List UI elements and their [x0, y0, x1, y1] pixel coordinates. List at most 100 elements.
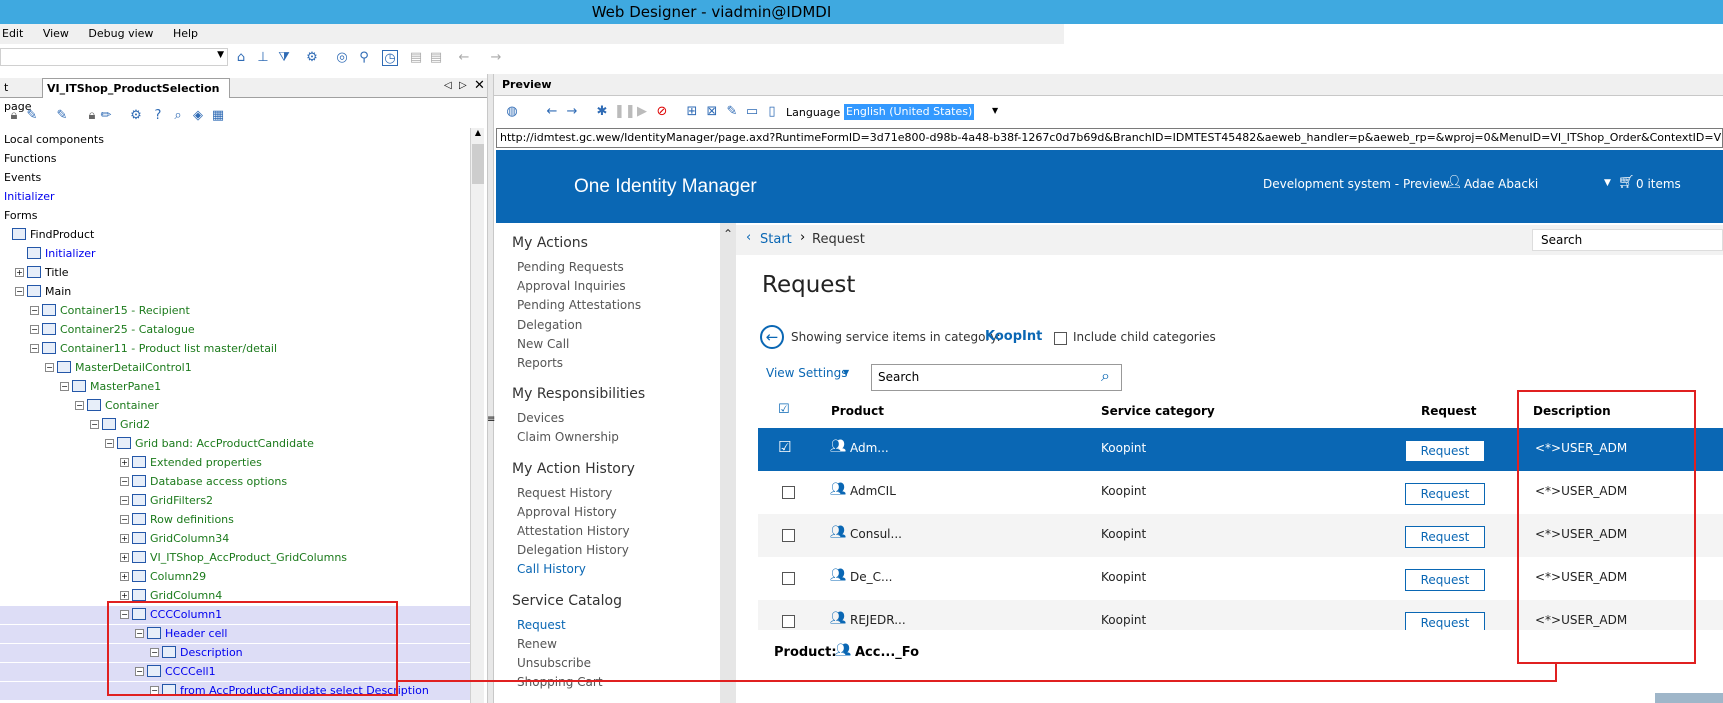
tree-expander-icon[interactable]: +	[120, 458, 129, 467]
nav-item[interactable]: Unsubscribe	[517, 656, 591, 670]
network-icon[interactable]: ⚲	[356, 50, 372, 66]
scroll-up-icon[interactable]: ▲	[472, 128, 484, 140]
back-circle-icon[interactable]: ←	[760, 325, 784, 349]
chevron-down-icon[interactable]: ▼	[843, 368, 849, 377]
tree-expander-icon[interactable]: −	[30, 344, 39, 353]
tree-node[interactable]: Title	[27, 264, 69, 282]
tree-node[interactable]: VI_ITShop_AccProduct_GridColumns	[132, 549, 347, 567]
nav-item[interactable]: Approval History	[517, 505, 617, 519]
nav-item[interactable]: Request History	[517, 486, 612, 500]
tree-scrollbar[interactable]: ▲	[470, 128, 484, 703]
select-icon[interactable]: ⊞	[684, 104, 700, 120]
tree-node[interactable]: Functions	[4, 150, 57, 168]
search-icon[interactable]: ⌕	[1101, 366, 1110, 386]
tree-expander-icon[interactable]: +	[120, 591, 129, 600]
pencil-icon[interactable]: ✏	[98, 108, 114, 124]
globe-icon[interactable]: ◎	[334, 50, 350, 66]
monitor-icon[interactable]: ▭	[744, 104, 760, 120]
toolbar-combobox[interactable]: ▼	[0, 48, 228, 66]
tree-node[interactable]: MasterDetailControl1	[57, 359, 192, 377]
column-service-category[interactable]: Service category	[1101, 404, 1215, 418]
tree-expander-icon[interactable]: −	[15, 287, 24, 296]
row-checkbox[interactable]	[782, 615, 795, 628]
request-button[interactable]: Request	[1405, 440, 1485, 462]
cart-count[interactable]: 0 items	[1636, 177, 1681, 191]
tree-node[interactable]: Container	[87, 397, 159, 415]
request-button[interactable]: Request	[1405, 569, 1485, 591]
filter-icon[interactable]: ⧩	[276, 50, 292, 66]
mobile-icon[interactable]: ▯	[764, 104, 780, 120]
help-icon[interactable]: ?	[150, 108, 166, 124]
tab-scroll-right-icon[interactable]: ▷	[459, 80, 467, 91]
remove-icon[interactable]: ⊠	[704, 104, 720, 120]
nav-item[interactable]: New Call	[517, 337, 569, 351]
save-icon[interactable]: ▤	[408, 50, 424, 66]
search-input[interactable]: Search	[871, 364, 1122, 391]
nav-item[interactable]: Delegation	[517, 318, 582, 332]
nav-item[interactable]: Pending Attestations	[517, 298, 641, 312]
tree-node[interactable]: Grid band: AccProductCandidate	[117, 435, 314, 453]
nav-item[interactable]: Reports	[517, 356, 563, 370]
tree-node[interactable]: Main	[27, 283, 71, 301]
play-icon[interactable]: ▶	[634, 104, 650, 120]
request-button[interactable]: Request	[1405, 483, 1485, 505]
chevron-down-icon[interactable]: ▼	[992, 106, 998, 115]
nav-item[interactable]: Call History	[517, 562, 586, 576]
lock-icon[interactable]: 🔒︎	[6, 108, 22, 124]
nav-scrollbar[interactable]: ⌃	[720, 223, 736, 703]
tree-node[interactable]: Row definitions	[132, 511, 234, 529]
tree-expander-icon[interactable]: +	[120, 534, 129, 543]
include-child-checkbox[interactable]	[1054, 332, 1067, 345]
tree-node[interactable]: Container11 - Product list master/detail	[42, 340, 277, 358]
tree-node[interactable]: MasterPane1	[72, 378, 161, 396]
back-icon[interactable]: ←	[544, 104, 560, 120]
calculator-icon[interactable]: ▦	[210, 108, 226, 124]
back-icon[interactable]: ←	[456, 50, 472, 66]
edit-icon[interactable]: ✎	[724, 104, 740, 120]
tree-expander-icon[interactable]: −	[75, 401, 84, 410]
stop-icon[interactable]: ⊘	[654, 104, 670, 120]
view-settings-button[interactable]: View Settings	[766, 366, 848, 380]
tree-node[interactable]: Local components	[4, 131, 104, 149]
tree-expander-icon[interactable]: −	[60, 382, 69, 391]
tree-node[interactable]: GridFilters2	[132, 492, 213, 510]
menu-edit[interactable]: Edit	[2, 24, 23, 40]
browser-icon[interactable]: ◍	[504, 104, 520, 120]
row-checkbox[interactable]	[782, 486, 795, 499]
nav-item[interactable]: Claim Ownership	[517, 430, 619, 444]
forward-icon[interactable]: →	[564, 104, 580, 120]
nav-item[interactable]: Delegation History	[517, 543, 629, 557]
tree-expander-icon[interactable]: −	[120, 477, 129, 486]
tree-expander-icon[interactable]: −	[105, 439, 114, 448]
debug-icon[interactable]: ✱	[594, 104, 610, 120]
pause-icon[interactable]: ❚❚	[614, 104, 636, 120]
menu-view[interactable]: View	[43, 24, 69, 40]
nav-item[interactable]: Approval Inquiries	[517, 279, 626, 293]
nav-item[interactable]: Pending Requests	[517, 260, 624, 274]
request-button[interactable]: Request	[1405, 612, 1485, 630]
tree-expander-icon[interactable]: +	[15, 268, 24, 277]
tree-node[interactable]: Grid2	[102, 416, 150, 434]
tree-expander-icon[interactable]: +	[120, 553, 129, 562]
checked-circle-icon[interactable]: ☑	[778, 438, 791, 456]
column-product[interactable]: Product	[831, 404, 884, 418]
panel-splitter[interactable]: ≡	[487, 74, 495, 703]
edit-form-icon[interactable]: ✎	[24, 108, 40, 124]
row-checkbox[interactable]	[782, 572, 795, 585]
tab-scroll-left-icon[interactable]: ◁	[444, 80, 452, 91]
bottom-button-fragment[interactable]	[1655, 693, 1723, 703]
tree-node[interactable]: Container15 - Recipient	[42, 302, 190, 320]
tree-node[interactable]: Initializer	[4, 188, 55, 206]
chevron-down-icon[interactable]: ▼	[1604, 178, 1611, 188]
pin-icon[interactable]: ⊥	[255, 50, 271, 66]
url-bar[interactable]: http://idmtest.gc.wew/IdentityManager/pa…	[496, 128, 1723, 148]
tree-node[interactable]: Database access options	[132, 473, 287, 491]
component-icon[interactable]: ⚙	[128, 108, 144, 124]
forward-icon[interactable]: →	[488, 50, 504, 66]
cart-icon[interactable]: 🛒︎	[1618, 175, 1635, 190]
top-search-input[interactable]: Search	[1532, 229, 1723, 251]
row-checkbox[interactable]	[782, 529, 795, 542]
category-link[interactable]: KoopInt	[985, 329, 1042, 344]
tree-node[interactable]: Container25 - Catalogue	[42, 321, 195, 339]
chevron-left-icon[interactable]: ‹	[746, 230, 751, 245]
